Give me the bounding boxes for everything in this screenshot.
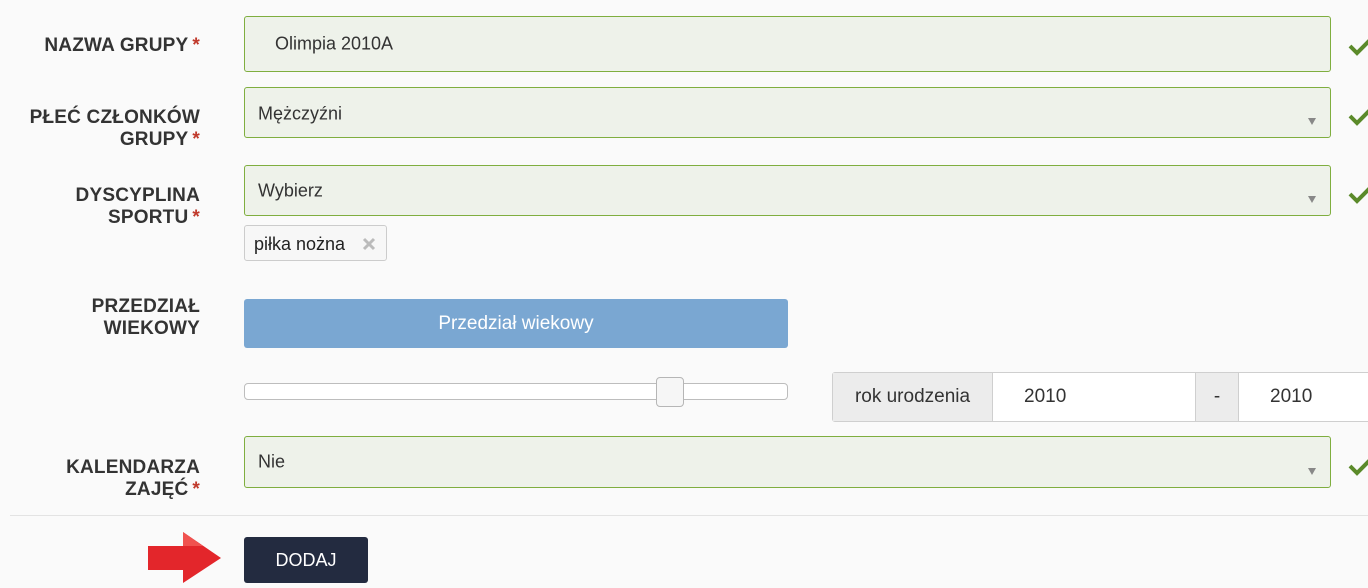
arrow-right-icon: [145, 530, 225, 583]
slider-handle[interactable]: [656, 377, 684, 407]
discipline-select[interactable]: Wybierz: [244, 165, 1331, 216]
gender-value: Mężczyźni: [258, 103, 343, 124]
discipline-value: Wybierz: [258, 180, 323, 200]
chevron-down-icon: [1308, 468, 1316, 475]
required-mark: *: [192, 479, 200, 500]
chevron-down-icon: [1308, 118, 1316, 125]
age-slider[interactable]: [244, 377, 788, 407]
year-to-input[interactable]: 2010: [1239, 373, 1368, 421]
tag-label: piłka nożna: [254, 234, 346, 254]
close-icon[interactable]: [362, 235, 376, 256]
check-icon: [1348, 184, 1368, 204]
age-range-label: PRZEDZIAŁ WIEKOWY: [91, 296, 200, 339]
check-icon: [1348, 36, 1368, 56]
required-mark: *: [192, 207, 200, 228]
chevron-down-icon: [1308, 196, 1316, 203]
group-name-input[interactable]: Olimpia 2010A: [244, 16, 1331, 72]
check-icon: [1348, 106, 1368, 126]
form-divider: [10, 515, 1368, 516]
check-icon: [1348, 456, 1368, 476]
group-name-label: NAZWA GRUPY *: [44, 35, 200, 56]
gender-select[interactable]: Mężczyźni: [244, 87, 1331, 138]
year-from-input[interactable]: 2010: [993, 373, 1195, 421]
required-mark: *: [192, 129, 200, 150]
discipline-label: DYSCYPLINA SPORTU *: [75, 185, 200, 228]
gender-label: PŁEĆ CZŁONKÓW GRUPY *: [29, 107, 200, 150]
calendar-value: Nie: [258, 451, 286, 472]
birth-year-range: rok urodzenia 2010 - 2010: [832, 372, 1368, 422]
year-separator: -: [1195, 373, 1239, 421]
calendar-label: KALENDARZA ZAJĘĆ *: [66, 457, 200, 500]
birth-year-addon: rok urodzenia: [833, 373, 993, 421]
required-mark: *: [192, 35, 200, 56]
group-name-value: Olimpia 2010A: [275, 33, 394, 54]
age-range-button-label: Przedział wiekowy: [438, 312, 594, 334]
age-range-button[interactable]: Przedział wiekowy: [244, 299, 788, 348]
submit-button[interactable]: DODAJ: [244, 537, 368, 583]
calendar-select[interactable]: Nie: [244, 436, 1331, 488]
discipline-tag: piłka nożna: [244, 225, 387, 261]
